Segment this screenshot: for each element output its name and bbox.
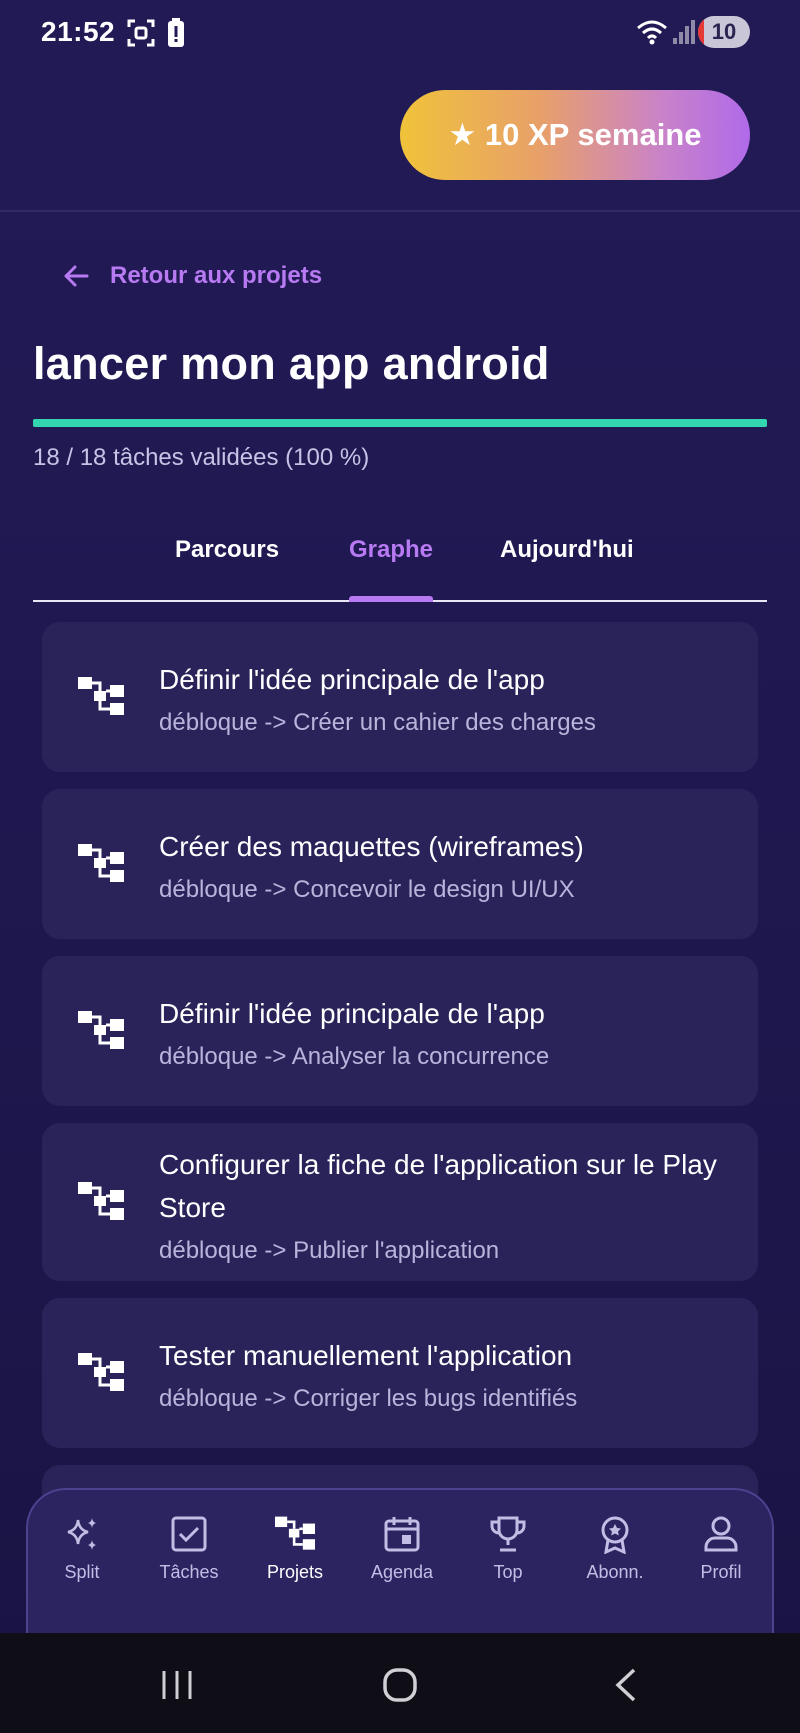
status-bar: 21:52 10 (0, 0, 800, 70)
status-time: 21:52 (41, 16, 116, 47)
dependency-subtitle: débloque -> Publier l'application (159, 1237, 500, 1264)
dependency-subtitle: débloque -> Concevoir le design UI/UX (159, 876, 575, 903)
dependency-title: Définir l'idée principale de l'app (159, 664, 545, 695)
wifi-icon (636, 18, 668, 51)
nav-item-agenda[interactable]: Agenda (352, 1514, 452, 1583)
dependency-title: Créer des maquettes (wireframes) (159, 831, 584, 862)
project-progress-bar (33, 419, 767, 427)
nav-label: Tâches (159, 1562, 219, 1582)
nav-label: Profil (700, 1562, 742, 1582)
person-icon (704, 1516, 738, 1552)
dependency-title: Tester manuellement l'application (159, 1340, 573, 1371)
nav-label: Abonn. (586, 1562, 644, 1582)
nav-label: Agenda (370, 1562, 434, 1582)
back-nav-icon[interactable] (612, 1667, 638, 1703)
weekly-xp-badge[interactable]: ★ 10 XP semaine (400, 90, 750, 180)
dependency-title: Configurer la fiche de l'application sur… (159, 1149, 717, 1223)
hierarchy-icon (78, 1011, 124, 1049)
signal-icon (672, 18, 696, 51)
progress-text: 18 / 18 tâches validées (100 %) (33, 444, 370, 471)
back-to-projects-link[interactable]: Retour aux projets (62, 262, 322, 290)
battery-level: 10 (698, 16, 750, 48)
dependency-card[interactable]: Définir l'idée principale de l'app déblo… (42, 956, 758, 1106)
nav-label: Split (64, 1562, 100, 1582)
dependency-subtitle: débloque -> Analyser la concurrence (159, 1043, 550, 1070)
nav-item-projets[interactable]: Projets (245, 1514, 345, 1583)
arrow-left-icon (64, 265, 89, 287)
nav-item-top[interactable]: Top (458, 1514, 558, 1583)
dependency-card[interactable]: Configurer la fiche de l'application sur… (42, 1123, 758, 1281)
nav-label: Top (493, 1562, 523, 1582)
hierarchy-icon (78, 677, 124, 715)
trophy-icon (490, 1516, 526, 1552)
recent-apps-icon[interactable] (160, 1669, 194, 1701)
hierarchy-icon (275, 1516, 315, 1550)
project-tabs: Parcours Graphe Aujourd'hui (33, 530, 767, 602)
nav-item-abonnement[interactable]: Abonn. (565, 1514, 665, 1583)
system-navigation-bar (0, 1633, 800, 1733)
tab-graphe[interactable]: Graphe (349, 536, 433, 564)
dependency-card[interactable]: Tester manuellement l'application débloq… (42, 1298, 758, 1448)
screenshot-icon (126, 18, 156, 53)
home-icon[interactable] (382, 1667, 418, 1703)
dependency-subtitle: débloque -> Corriger les bugs identifiés (159, 1385, 578, 1412)
progress-fill (33, 419, 767, 427)
hierarchy-icon (78, 1353, 124, 1391)
nav-item-profil[interactable]: Profil (671, 1514, 771, 1583)
top-header: ★ 10 XP semaine (0, 70, 800, 212)
dependency-subtitle: débloque -> Créer un cahier des charges (159, 709, 596, 736)
xp-label: ★ 10 XP semaine (448, 117, 702, 152)
nav-item-split[interactable]: Split (32, 1514, 132, 1583)
calendar-icon (384, 1517, 420, 1552)
dependency-card[interactable]: Définir l'idée principale de l'app déblo… (42, 622, 758, 772)
checkbox-icon (171, 1516, 207, 1552)
tab-aujourdhui[interactable]: Aujourd'hui (500, 536, 634, 564)
hierarchy-icon (78, 1182, 124, 1220)
tab-parcours[interactable]: Parcours (175, 536, 279, 564)
back-label: Retour aux projets (110, 262, 323, 289)
nav-item-taches[interactable]: Tâches (139, 1514, 239, 1583)
hierarchy-icon (78, 844, 124, 882)
sparkles-icon (67, 1518, 96, 1550)
badge-icon (601, 1516, 629, 1554)
dependency-card[interactable]: Créer des maquettes (wireframes) débloqu… (42, 789, 758, 939)
active-tab-indicator (349, 596, 433, 602)
nav-label: Projets (266, 1562, 324, 1582)
dependency-title: Définir l'idée principale de l'app (159, 998, 545, 1029)
battery-alert-icon (166, 18, 186, 53)
project-title: lancer mon app android (33, 338, 550, 389)
